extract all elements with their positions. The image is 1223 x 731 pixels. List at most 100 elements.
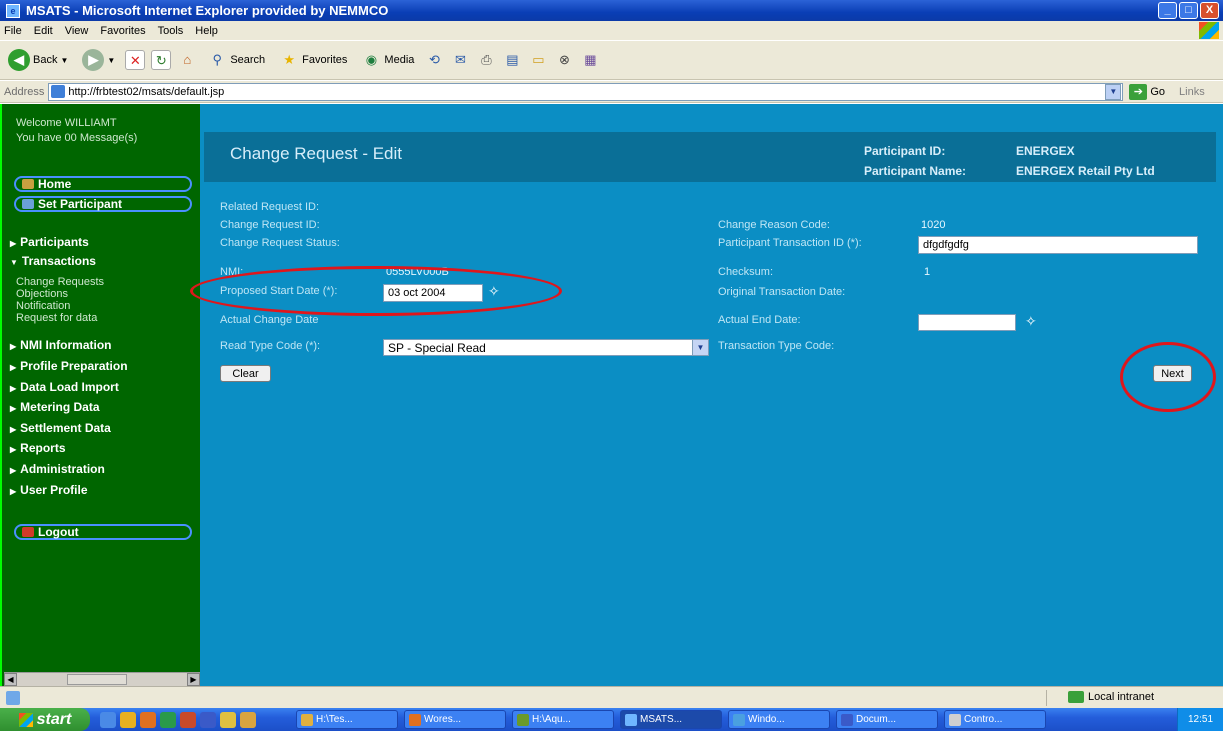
home-button[interactable]: Home — [14, 176, 192, 192]
nav-settlement-data[interactable]: ▶ Settlement Data — [2, 421, 111, 435]
scrollbar-thumb[interactable] — [67, 674, 127, 685]
quicklaunch-icon[interactable] — [180, 711, 196, 728]
message-count[interactable]: You have 00 Message(s) — [16, 131, 137, 146]
expand-icon: ▶ — [10, 363, 17, 372]
change-request-id-label: Change Request ID: — [220, 219, 320, 231]
refresh-icon[interactable]: ↻ — [151, 50, 172, 70]
media-button[interactable]: ◉ Media — [357, 48, 418, 72]
folder-icon[interactable]: ▭ — [528, 50, 548, 70]
nav-label: Data Load Import — [20, 380, 119, 394]
scroll-right-icon[interactable]: ▶ — [187, 673, 200, 686]
sidebar-horizontal-scrollbar[interactable]: ◀ ▶ — [4, 672, 200, 686]
subnav-change-requests[interactable]: Change Requests — [16, 276, 104, 288]
calendar-icon[interactable]: ✧ — [1025, 313, 1037, 330]
read-type-code-select[interactable]: SP - Special Read ▼ — [383, 339, 709, 356]
quicklaunch-icon[interactable] — [200, 711, 216, 728]
actual-end-date-input[interactable] — [918, 314, 1016, 331]
task-button[interactable]: H:\Tes... — [296, 710, 398, 729]
participant-id-value: ENERGEX — [1016, 144, 1075, 158]
participant-transaction-id-input[interactable]: dfgdfgdfg — [918, 236, 1198, 254]
expand-icon: ▶ — [10, 239, 17, 248]
related-request-id-label: Related Request ID: — [220, 201, 320, 213]
address-dropdown-icon[interactable]: ▼ — [1105, 83, 1122, 100]
read-type-code-label: Read Type Code (*): — [220, 340, 321, 352]
task-button[interactable]: Wores... — [404, 710, 506, 729]
links-button[interactable]: Links — [1179, 86, 1205, 98]
quicklaunch-icon[interactable] — [160, 711, 176, 728]
go-arrow-icon: ➔ — [1129, 83, 1148, 100]
mail-icon[interactable]: ✉ — [450, 50, 470, 70]
subnav-objections[interactable]: Objections — [16, 288, 68, 300]
quicklaunch-icon[interactable] — [240, 711, 256, 728]
nav-data-load-import[interactable]: ▶ Data Load Import — [2, 380, 119, 394]
nav-administration[interactable]: ▶ Administration — [2, 462, 105, 476]
chevron-down-icon[interactable]: ▼ — [692, 340, 708, 355]
expand-icon: ▶ — [10, 384, 17, 393]
subnav-notification[interactable]: Notification — [16, 300, 70, 312]
edit-icon[interactable]: ▤ — [502, 50, 522, 70]
messenger-icon[interactable]: ⊗ — [554, 50, 574, 70]
windows-logo-icon — [1199, 22, 1219, 39]
clear-button[interactable]: Clear — [220, 365, 271, 382]
nav-transactions[interactable]: ▼ Transactions — [2, 254, 96, 268]
stop-icon[interactable]: ✕ — [125, 50, 146, 70]
star-icon: ★ — [283, 52, 295, 67]
search-button[interactable]: ⚲ Search — [203, 48, 269, 72]
participant-name-value: ENERGEX Retail Pty Ltd — [1016, 164, 1155, 178]
expand-icon: ▶ — [10, 425, 17, 434]
nav-nmi-information[interactable]: ▶ NMI Information — [2, 338, 111, 352]
task-button[interactable]: Contro... — [944, 710, 1046, 729]
quicklaunch-icon[interactable] — [140, 711, 156, 728]
nav-user-profile[interactable]: ▶ User Profile — [2, 483, 88, 497]
quicklaunch-icon[interactable] — [120, 711, 136, 728]
expand-icon: ▶ — [10, 445, 17, 454]
history-icon[interactable]: ⟲ — [424, 50, 444, 70]
minimize-button[interactable]: _ — [1158, 2, 1177, 19]
actual-change-date-label: Actual Change Date — [220, 314, 319, 326]
logout-button[interactable]: Logout — [14, 524, 192, 540]
back-button[interactable]: ◀ Back ▼ — [4, 47, 72, 73]
maximize-button[interactable]: □ — [1179, 2, 1198, 19]
task-button[interactable]: Docum... — [836, 710, 938, 729]
ie-icon — [625, 713, 637, 726]
quicklaunch-icon[interactable] — [220, 711, 236, 728]
task-button[interactable]: H:\Aqu... — [512, 710, 614, 729]
menu-view[interactable]: View — [65, 25, 89, 37]
favorites-button[interactable]: ★ Favorites — [275, 48, 351, 72]
go-button[interactable]: ➔ Go — [1129, 83, 1165, 100]
expand-icon: ▶ — [10, 466, 17, 475]
print-icon[interactable]: ⎙ — [476, 50, 496, 70]
scroll-left-icon[interactable]: ◀ — [4, 673, 17, 686]
menu-tools[interactable]: Tools — [158, 25, 184, 37]
address-input[interactable]: http://frbtest02/msats/default.jsp — [48, 82, 1124, 101]
nav-metering-data[interactable]: ▶ Metering Data — [2, 400, 100, 414]
highlight-proposed-start-date — [190, 266, 562, 316]
research-icon[interactable]: ▦ — [580, 50, 600, 70]
status-separator — [1046, 690, 1047, 706]
menu-file[interactable]: File — [4, 25, 22, 37]
nav-participants[interactable]: ▶ Participants — [2, 235, 89, 249]
forward-button[interactable]: ▶ ▼ — [78, 47, 119, 73]
menu-edit[interactable]: Edit — [34, 25, 53, 37]
set-participant-button[interactable]: Set Participant — [14, 196, 192, 212]
clock[interactable]: 12:51 — [1188, 714, 1213, 725]
ie-page-icon — [6, 691, 20, 705]
app-icon — [733, 713, 745, 726]
menu-favorites[interactable]: Favorites — [100, 25, 145, 37]
subnav-request-for-data[interactable]: Request for data — [16, 312, 97, 324]
task-button[interactable]: Windo... — [728, 710, 830, 729]
checksum-label: Checksum: — [718, 266, 774, 278]
back-arrow-icon: ◀ — [8, 49, 30, 71]
ie-icon: e — [6, 3, 20, 18]
menu-help[interactable]: Help — [195, 25, 218, 37]
checksum-value: 1 — [924, 266, 931, 278]
quicklaunch-icon[interactable] — [100, 711, 116, 728]
nav-reports[interactable]: ▶ Reports — [2, 441, 66, 455]
page-icon — [51, 85, 66, 98]
task-button-active[interactable]: MSATS... — [620, 710, 722, 729]
taskbar: start H:\Tes... Wores... H:\Aqu... MSATS… — [0, 708, 1223, 731]
start-button[interactable]: start — [0, 708, 90, 731]
close-button[interactable]: X — [1200, 2, 1219, 19]
nav-profile-preparation[interactable]: ▶ Profile Preparation — [2, 359, 128, 373]
home-icon[interactable]: ⌂ — [177, 50, 197, 70]
